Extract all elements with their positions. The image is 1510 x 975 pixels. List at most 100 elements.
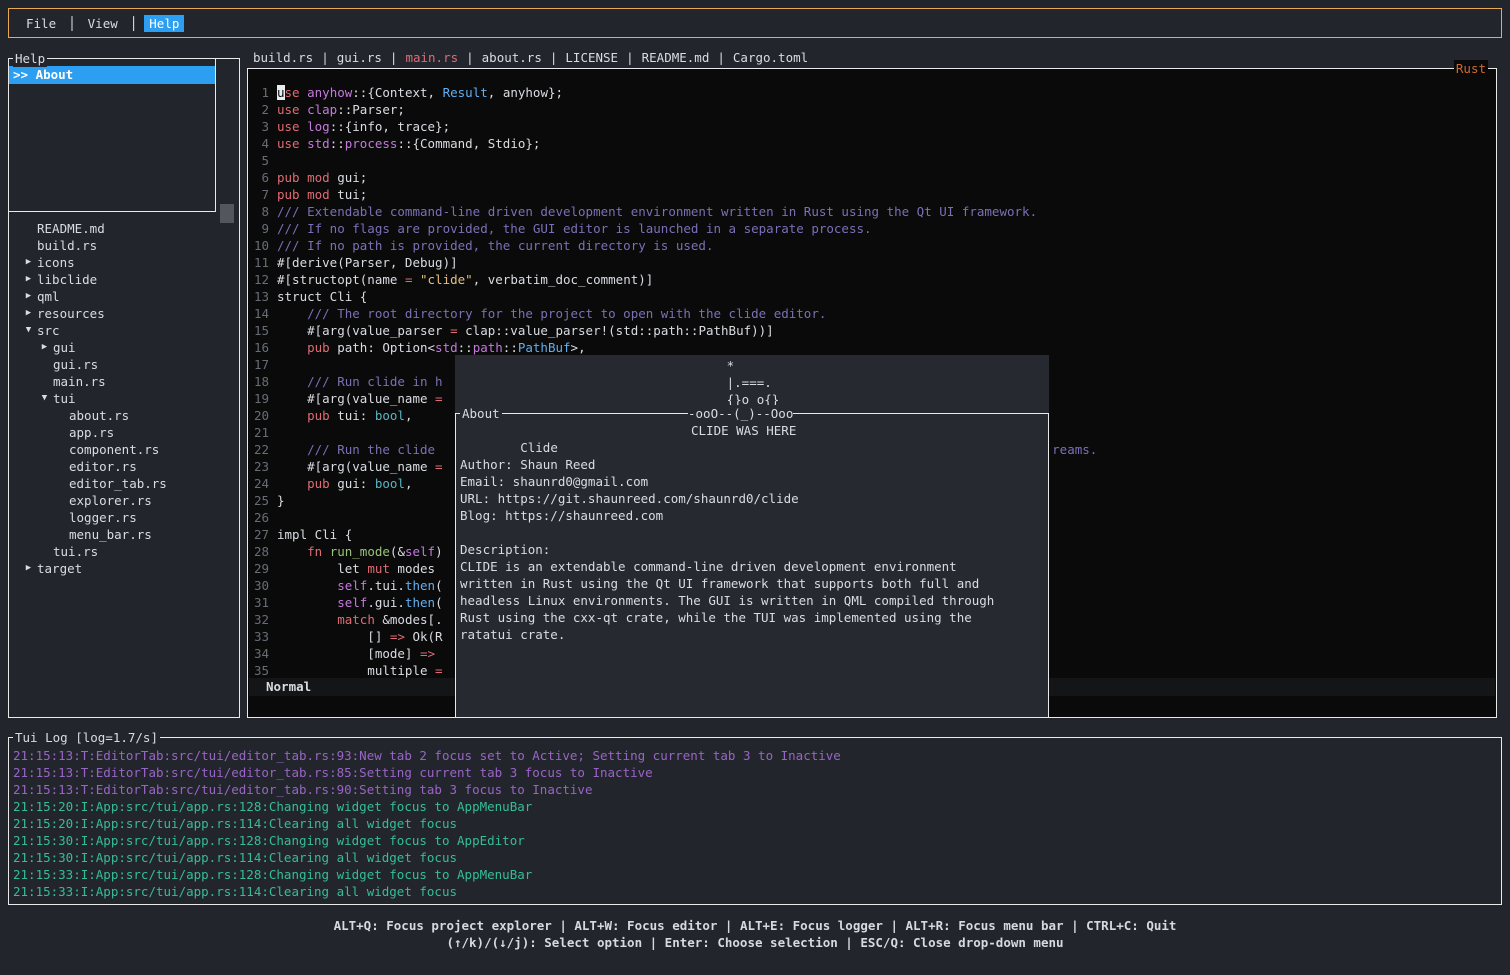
tree-indent-spacer xyxy=(36,543,53,560)
code-token: Parser; xyxy=(352,102,405,117)
tree-indent-spacer xyxy=(52,509,69,526)
tree-item-src[interactable]: ▼src xyxy=(9,322,239,339)
code-token xyxy=(277,612,337,627)
code-token: gui; xyxy=(330,170,368,185)
line-number: 2 xyxy=(248,101,269,118)
code-token: self xyxy=(405,544,435,559)
code-token: Ok(R xyxy=(405,629,443,644)
tree-item-icons[interactable]: ▶icons xyxy=(9,254,239,271)
tab-license[interactable]: LICENSE xyxy=(565,50,618,65)
code-line: 9/// If no flags are provided, the GUI e… xyxy=(248,220,1495,237)
code-line-text: fn run_mode(&self) xyxy=(277,543,443,560)
tree-item-tui[interactable]: ▼tui xyxy=(9,390,239,407)
code-token: ::{ xyxy=(397,136,420,151)
code-token xyxy=(277,408,307,423)
about-body-line: headless Linux environments. The GUI is … xyxy=(460,592,1046,609)
code-token: log xyxy=(307,119,330,134)
line-number: 22 xyxy=(248,441,269,458)
tree-item-gui-rs[interactable]: gui.rs xyxy=(9,356,239,373)
tab-build.rs[interactable]: build.rs xyxy=(253,50,313,65)
tree-item-app-rs[interactable]: app.rs xyxy=(9,424,239,441)
tree-item-component-rs[interactable]: component.rs xyxy=(9,441,239,458)
about-body: Author: Shaun ReedEmail: shaunrd0@gmail.… xyxy=(460,439,1046,643)
tree-item-label: target xyxy=(37,560,82,577)
menu-item-help[interactable]: Help xyxy=(144,15,184,32)
tree-item-libclide[interactable]: ▶libclide xyxy=(9,271,239,288)
explorer-scrollbar-thumb[interactable] xyxy=(220,204,234,223)
code-token: /// The root directory for the project t… xyxy=(277,306,826,321)
about-body-line: Blog: https://shaunreed.com xyxy=(460,507,1046,524)
dropdown-item-about[interactable]: >> About xyxy=(9,66,215,84)
tree-item-resources[interactable]: ▶resources xyxy=(9,305,239,322)
code-line: 14 /// The root directory for the projec… xyxy=(248,305,1495,322)
tree-item-editor-rs[interactable]: editor.rs xyxy=(9,458,239,475)
about-body-line: CLIDE is an extendable command-line driv… xyxy=(460,558,1046,575)
tree-item-tui-rs[interactable]: tui.rs xyxy=(9,543,239,560)
code-token: (& xyxy=(390,544,405,559)
about-popup-title: About xyxy=(460,405,502,422)
help-dropdown-items: >> About xyxy=(9,66,215,84)
tree-item-qml[interactable]: ▶qml xyxy=(9,288,239,305)
code-token: #[arg(value_name xyxy=(277,459,435,474)
tree-item-main-rs[interactable]: main.rs xyxy=(9,373,239,390)
clide-tui-app: { "menu": { "items": [ { "label": "File"… xyxy=(0,0,1510,975)
code-token: , xyxy=(405,408,413,423)
tree-item-build-rs[interactable]: build.rs xyxy=(9,237,239,254)
tab-readme.md[interactable]: README.md xyxy=(642,50,710,65)
tree-indent-spacer xyxy=(52,492,69,509)
tree-item-editor_tab-rs[interactable]: editor_tab.rs xyxy=(9,475,239,492)
editor-mode-label: Normal xyxy=(266,679,311,694)
about-app-name: Clide xyxy=(520,440,558,455)
code-token: :: xyxy=(337,102,352,117)
line-number: 31 xyxy=(248,594,269,611)
code-token: #[arg(value_name xyxy=(277,391,435,406)
line-number: 27 xyxy=(248,526,269,543)
code-token: tui; xyxy=(330,187,368,202)
tab-cargo.toml[interactable]: Cargo.toml xyxy=(733,50,808,65)
tree-item-label: component.rs xyxy=(69,441,159,458)
tree-item-menu_bar-rs[interactable]: menu_bar.rs xyxy=(9,526,239,543)
code-token: pub xyxy=(307,476,330,491)
code-line-text: #[derive(Parser, Debug)] xyxy=(277,254,458,271)
tree-item-explorer-rs[interactable]: explorer.rs xyxy=(9,492,239,509)
keybind-help-line-2: (↑/k)/(↓/j): Select option | Enter: Choo… xyxy=(0,934,1510,951)
line-number: 14 xyxy=(248,305,269,322)
tree-item-about-rs[interactable]: about.rs xyxy=(9,407,239,424)
tree-indent-spacer xyxy=(52,441,69,458)
code-token: /// Extendable command-line driven devel… xyxy=(277,204,1037,219)
code-token: :: xyxy=(330,136,345,151)
code-line: 8/// Extendable command-line driven deve… xyxy=(248,203,1495,220)
line-number: 21 xyxy=(248,424,269,441)
tui-log-panel[interactable]: Tui Log [log=1.7/s] 21:15:13:T:EditorTab… xyxy=(8,737,1502,905)
tab-about.rs[interactable]: about.rs xyxy=(482,50,542,65)
code-token: ::{ xyxy=(330,119,353,134)
tree-item-label: main.rs xyxy=(53,373,106,390)
tree-item-label: explorer.rs xyxy=(69,492,152,509)
about-body-line: URL: https://git.shaunreed.com/shaunrd0/… xyxy=(460,490,1046,507)
menu-item-file[interactable]: File xyxy=(21,15,61,32)
tab-main.rs[interactable]: main.rs xyxy=(405,50,458,65)
code-line-text: /// Extendable command-line driven devel… xyxy=(277,203,1037,220)
code-line-text: #[arg(value_name = xyxy=(277,390,443,407)
tab-gui.rs[interactable]: gui.rs xyxy=(337,50,382,65)
log-entry-trace: 21:15:13:T:EditorTab:src/tui/editor_tab.… xyxy=(13,764,1499,781)
code-token: path xyxy=(473,340,503,355)
code-token: se xyxy=(285,85,300,100)
log-entry-info: 21:15:33:I:App:src/tui/app.rs:114:Cleari… xyxy=(13,883,1499,900)
menu-item-view[interactable]: View xyxy=(83,15,123,32)
tree-item-label: gui xyxy=(53,339,76,356)
tree-item-logger-rs[interactable]: logger.rs xyxy=(9,509,239,526)
tree-item-README-md[interactable]: README.md xyxy=(9,220,239,237)
code-token: clap::value_parser!(std::path::PathBuf))… xyxy=(458,323,774,338)
keybind-help-line-1: ALT+Q: Focus project explorer | ALT+W: F… xyxy=(0,917,1510,934)
code-line-text: pub path: Option<std::path::PathBuf>, xyxy=(277,339,586,356)
tree-item-target[interactable]: ▶target xyxy=(9,560,239,577)
code-token xyxy=(300,136,308,151)
line-number: 19 xyxy=(248,390,269,407)
line-number: 20 xyxy=(248,407,269,424)
code-token: #[derive(Parser, Debug)] xyxy=(277,255,458,270)
line-number: 28 xyxy=(248,543,269,560)
tree-item-gui[interactable]: ▶gui xyxy=(9,339,239,356)
tree-indent-spacer xyxy=(52,458,69,475)
code-token xyxy=(277,476,307,491)
